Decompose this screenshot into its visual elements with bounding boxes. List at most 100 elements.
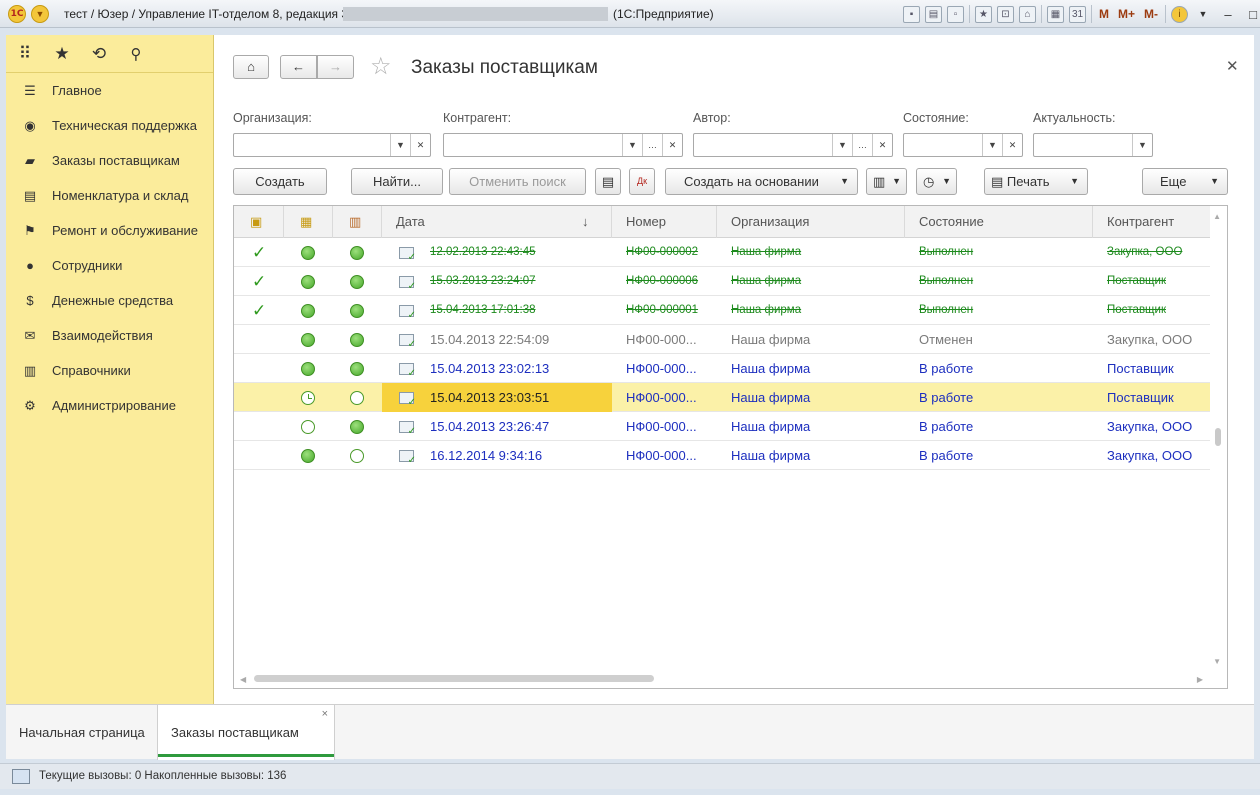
search-icon[interactable]: ⚲ <box>127 45 145 63</box>
events-button[interactable]: ◷ ▼ <box>916 168 957 195</box>
table-row[interactable]: 15.04.2013 22:54:09 НФ00-000... Наша фирма… <box>234 325 1210 354</box>
table-row[interactable]: ✓ 15.03.2013 23:24:07 НФ00-000006 Наша фирм… <box>234 267 1210 296</box>
state-field[interactable]: ▼ ✕ <box>903 133 1023 157</box>
counterparty-field[interactable]: ▼ … ✕ <box>443 133 683 157</box>
print-button[interactable]: ▤ Печать ▼ <box>984 168 1088 195</box>
dropdown-icon[interactable]: ▼ <box>1132 134 1152 156</box>
scroll-right-icon[interactable]: ▶ <box>1197 675 1203 684</box>
chevron-down-icon[interactable]: ▼ <box>1193 9 1213 19</box>
organization-field[interactable]: ▼ ✕ <box>233 133 431 157</box>
orders-table[interactable]: ▣ ▦ ▥ Дата ↓ Номер Организация Состояние… <box>233 205 1228 689</box>
preview-icon[interactable]: ▫ <box>947 5 964 23</box>
select-icon[interactable]: … <box>642 134 662 156</box>
table-row[interactable]: 15.04.2013 23:03:51 НФ00-000... Наша фирма… <box>234 383 1210 412</box>
organization-column-header[interactable]: Организация <box>717 206 905 238</box>
sidebar-item-references[interactable]: ▥ Справочники <box>6 353 213 388</box>
favorites-star-icon[interactable]: ★ <box>53 44 71 64</box>
sidebar-item-money[interactable]: $ Денежные средства <box>6 283 213 318</box>
sort-button[interactable]: Дк <box>629 168 655 195</box>
tab-supplier-orders[interactable]: Заказы поставщикам × <box>157 705 335 760</box>
state-cell: Отменен <box>919 332 973 347</box>
cancel-search-button[interactable]: Отменить поиск <box>449 168 586 195</box>
print-icon[interactable]: ▤ <box>925 5 942 23</box>
memory-button[interactable]: M <box>1097 7 1111 21</box>
info-icon[interactable]: i <box>1171 5 1189 23</box>
number-column-header[interactable]: Номер <box>612 206 717 238</box>
counterparty-column-header[interactable]: Контрагент <box>1093 206 1210 238</box>
chevron-down-icon: ▼ <box>1070 176 1079 186</box>
clear-icon[interactable]: ✕ <box>1002 134 1022 156</box>
sidebar-item-supplier-orders[interactable]: ▰ Заказы поставщикам <box>6 143 213 178</box>
support-icon: ◉ <box>24 117 36 133</box>
status-done-icon <box>301 275 315 289</box>
chevron-down-icon: ▼ <box>840 176 849 186</box>
create-button[interactable]: Создать <box>233 168 327 195</box>
date-column-header[interactable]: Дата ↓ <box>382 206 612 238</box>
clear-icon[interactable]: ✕ <box>872 134 892 156</box>
sidebar-item-employees[interactable]: ● Сотрудники <box>6 248 213 283</box>
printer-icon: ▤ <box>23 187 37 203</box>
calculator-icon[interactable]: ▦ <box>1047 5 1064 23</box>
scroll-left-icon[interactable]: ◀ <box>240 675 246 684</box>
main-menu-icon[interactable]: ▼ <box>31 5 49 23</box>
favorite-star-icon[interactable]: ☆ <box>370 52 392 81</box>
tab-home-page[interactable]: Начальная страница <box>6 705 158 760</box>
document-icon <box>399 450 416 466</box>
sidebar-item-nomenclature[interactable]: ▤ Номенклатура и склад <box>6 178 213 213</box>
horizontal-scrollbar[interactable] <box>254 675 654 682</box>
dropdown-icon[interactable]: ▼ <box>982 134 1002 156</box>
table-row[interactable]: ✓ 15.04.2013 17:01:38 НФ00-000001 Наша фирм… <box>234 296 1210 325</box>
close-tab-icon[interactable]: × <box>322 687 328 742</box>
clear-icon[interactable]: ✕ <box>662 134 682 156</box>
date-cell: 15.04.2013 23:03:51 <box>430 390 550 405</box>
author-field[interactable]: ▼ … ✕ <box>693 133 893 157</box>
create-based-on-button[interactable]: Создать на основании ▼ <box>665 168 858 195</box>
history-icon[interactable]: ⟲ <box>90 44 108 64</box>
scroll-down-icon[interactable]: ▼ <box>1213 657 1221 666</box>
state-cell: В работе <box>919 361 974 376</box>
link-icon[interactable]: ⊡ <box>997 5 1014 23</box>
dropdown-icon[interactable]: ▼ <box>622 134 642 156</box>
report-icon: ▥ <box>873 174 886 189</box>
save-icon[interactable]: ▪ <box>903 5 920 23</box>
table-row[interactable]: 16.12.2014 9:34:16 НФ00-000... Наша фирма В… <box>234 441 1210 470</box>
sidebar-item-repair[interactable]: ⚑ Ремонт и обслуживание <box>6 213 213 248</box>
state-column-header[interactable]: Состояние <box>905 206 1093 238</box>
table-row[interactable]: 15.04.2013 23:26:47 НФ00-000... Наша фирма… <box>234 412 1210 441</box>
select-icon[interactable]: … <box>852 134 872 156</box>
report-button[interactable]: ▥ ▼ <box>866 168 907 195</box>
date-cell: 15.03.2013 23:24:07 <box>430 275 536 287</box>
sidebar-item-administration[interactable]: ⚙ Администрирование <box>6 388 213 423</box>
find-button[interactable]: Найти... <box>351 168 443 195</box>
table-row[interactable]: ✓ 12.02.2013 22:43:45 НФ00-000002 Наша фирм… <box>234 238 1210 267</box>
clear-icon[interactable]: ✕ <box>410 134 430 156</box>
memory-minus-button[interactable]: M- <box>1142 7 1160 21</box>
back-button[interactable]: ← <box>280 55 317 79</box>
dropdown-icon[interactable]: ▼ <box>390 134 410 156</box>
forward-button[interactable]: → <box>317 55 354 79</box>
server-calls-icon[interactable] <box>12 769 30 784</box>
memory-plus-button[interactable]: M+ <box>1116 7 1137 21</box>
relevance-field[interactable]: ▼ <box>1033 133 1153 157</box>
status2-column-header[interactable]: ▥ <box>333 206 382 238</box>
status-done-icon <box>301 333 315 347</box>
maximize-button[interactable]: □ <box>1243 7 1260 22</box>
sidebar-item-support[interactable]: ◉ Техническая поддержка <box>6 108 213 143</box>
history-icon[interactable]: ⌂ <box>1019 5 1036 23</box>
minimize-button[interactable]: – <box>1218 7 1238 22</box>
close-form-icon[interactable]: ✕ <box>1226 57 1239 75</box>
home-button[interactable]: ⌂ <box>233 55 269 79</box>
sidebar-item-main[interactable]: ☰ Главное <box>6 73 213 108</box>
calendar-icon[interactable]: 31 <box>1069 5 1086 23</box>
list-settings-button[interactable]: ▤ <box>595 168 621 195</box>
vertical-scrollbar[interactable] <box>1211 206 1225 676</box>
more-button[interactable]: Еще ▼ <box>1142 168 1228 195</box>
status1-column-header[interactable]: ▦ <box>284 206 333 238</box>
dropdown-icon[interactable]: ▼ <box>832 134 852 156</box>
chevron-down-icon: ▼ <box>942 176 951 186</box>
favorite-add-icon[interactable]: ★ <box>975 5 992 23</box>
sidebar-item-interactions[interactable]: ✉ Взаимодействия <box>6 318 213 353</box>
table-row[interactable]: 15.04.2013 23:02:13 НФ00-000... Наша фирма… <box>234 354 1210 383</box>
lock-column-header[interactable]: ▣ <box>234 206 284 238</box>
all-functions-icon[interactable]: ⠿ <box>16 44 34 64</box>
